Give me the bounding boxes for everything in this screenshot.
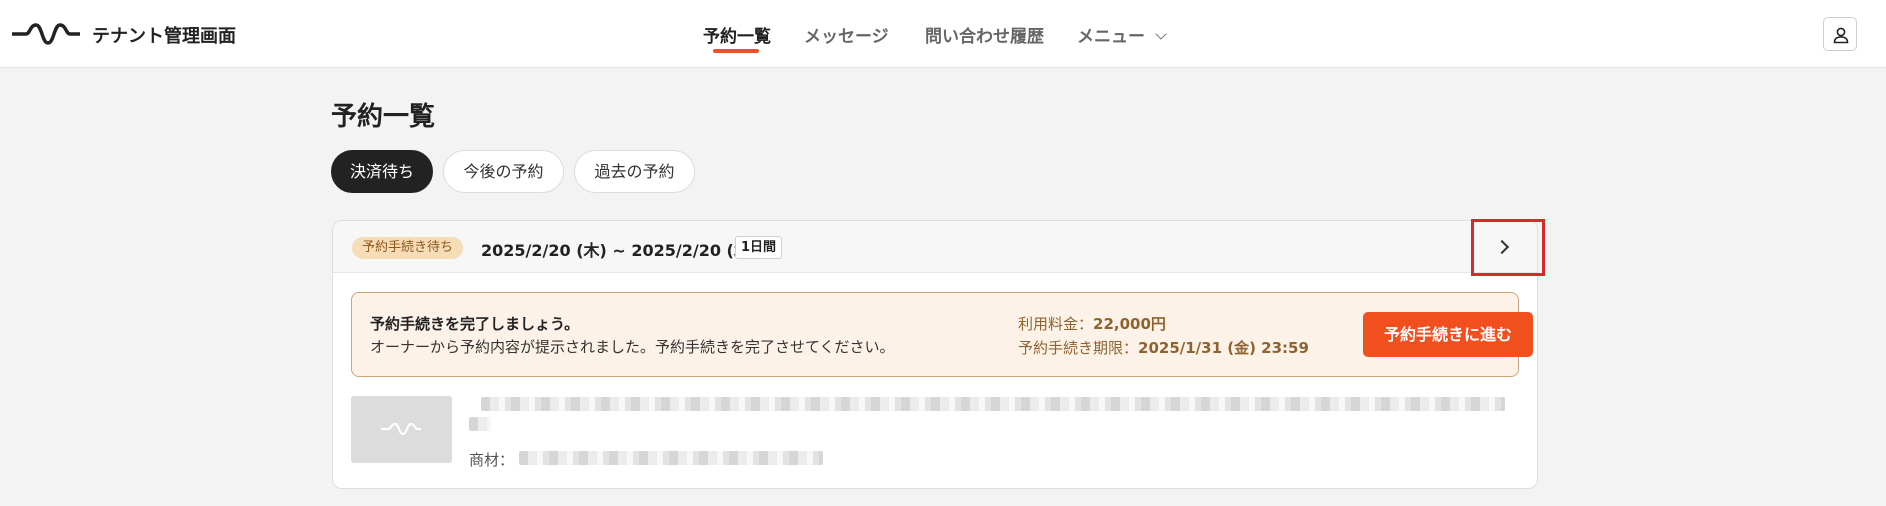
fee-label: 利用料金： <box>1018 315 1094 333</box>
placeholder-logo-icon <box>381 422 421 436</box>
nav-active-indicator <box>713 49 759 53</box>
listing-title-redacted-overflow <box>469 417 491 431</box>
listing-title-redacted[interactable] <box>481 397 1505 411</box>
app-title: テナント管理画面 <box>92 26 236 47</box>
tab-upcoming-reservations[interactable]: 今後の予約 <box>443 150 564 193</box>
nav-item-menu-label: メニュー <box>1077 27 1145 47</box>
highlight-annotation <box>1471 219 1545 276</box>
nav-item-inquiry-history[interactable]: 問い合わせ履歴 <box>925 22 1044 47</box>
material-label: 商材： <box>469 451 515 469</box>
page-title: 予約一覧 <box>331 102 436 132</box>
user-account-button[interactable] <box>1823 17 1857 51</box>
chevron-down-icon <box>1155 28 1167 40</box>
wave-logo-icon[interactable] <box>12 21 80 47</box>
fee-value: 22,000円 <box>1093 315 1166 333</box>
reservation-date-range: 2025/2/20 (木) ~ 2025/2/20 (木) <box>481 241 758 260</box>
reservation-card: 予約手続き待ち 2025/2/20 (木) ~ 2025/2/20 (木) 1日… <box>332 220 1538 489</box>
nav-item-messages[interactable]: メッセージ <box>804 22 889 47</box>
material-value-redacted <box>519 451 823 465</box>
deadline-line: 予約手続き期限：2025/1/31 (金) 23:59 <box>1018 337 1309 358</box>
reservation-card-header: 予約手続き待ち 2025/2/20 (木) ~ 2025/2/20 (木) 1日… <box>333 221 1537 273</box>
deadline-value: 2025/1/31 (金) 23:59 <box>1138 339 1309 357</box>
duration-badge: 1日間 <box>735 236 783 259</box>
notice-body: オーナーから予約内容が提示されました。予約手続きを完了させてください。 <box>370 338 895 356</box>
notice-title: 予約手続きを完了しましょう。 <box>370 315 580 333</box>
top-header: テナント管理画面 予約一覧 メッセージ 問い合わせ履歴 メニュー <box>0 0 1886 68</box>
tab-awaiting-payment[interactable]: 決済待ち <box>331 150 433 193</box>
proceed-to-booking-button[interactable]: 予約手続きに進む <box>1363 312 1533 357</box>
action-required-notice: 予約手続きを完了しましょう。 オーナーから予約内容が提示されました。予約手続きを… <box>351 292 1533 377</box>
fee-line: 利用料金：22,000円 <box>1018 313 1166 334</box>
nav-item-reservations[interactable]: 予約一覧 <box>703 22 771 47</box>
tab-past-reservations[interactable]: 過去の予約 <box>574 150 695 193</box>
deadline-label: 予約手続き期限： <box>1018 339 1139 357</box>
nav-item-menu[interactable]: メニュー <box>1077 22 1167 47</box>
status-badge: 予約手続き待ち <box>352 237 464 259</box>
user-icon <box>1833 27 1849 44</box>
listing-thumbnail[interactable] <box>351 396 452 463</box>
